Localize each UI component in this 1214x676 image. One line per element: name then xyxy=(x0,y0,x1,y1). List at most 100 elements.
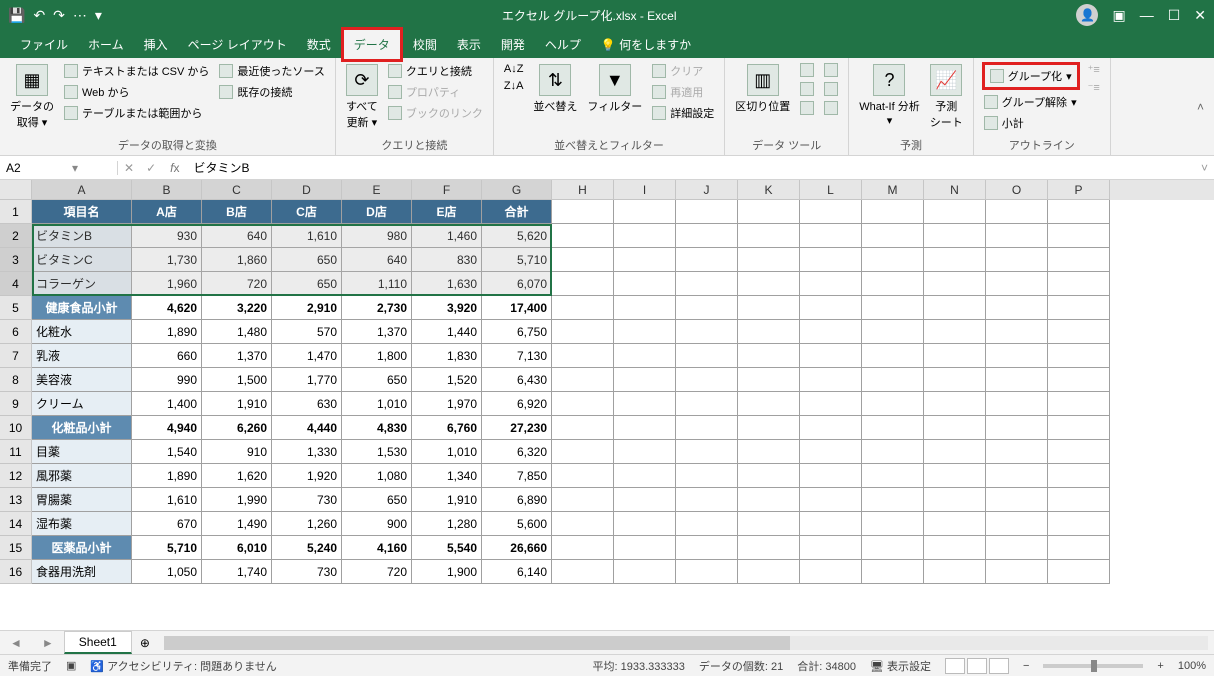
col-header-I[interactable]: I xyxy=(614,180,676,200)
cell[interactable] xyxy=(986,344,1048,368)
remove-dup[interactable] xyxy=(798,81,816,97)
tab-developer[interactable]: 開発 xyxy=(491,30,535,59)
cell[interactable] xyxy=(552,488,614,512)
table-cell[interactable]: 1,990 xyxy=(202,488,272,512)
table-cell-label[interactable]: 化粧水 xyxy=(32,320,132,344)
table-cell[interactable]: 1,890 xyxy=(132,320,202,344)
cell[interactable] xyxy=(738,296,800,320)
cell[interactable] xyxy=(552,392,614,416)
cell[interactable] xyxy=(800,344,862,368)
cell[interactable] xyxy=(552,272,614,296)
data-model[interactable] xyxy=(822,100,840,116)
table-header[interactable]: 項目名 xyxy=(32,200,132,224)
sort-asc[interactable]: A↓Z xyxy=(502,62,526,76)
row-header[interactable]: 6 xyxy=(0,320,32,344)
cell[interactable] xyxy=(676,224,738,248)
cell[interactable] xyxy=(862,224,924,248)
cell[interactable] xyxy=(924,272,986,296)
table-cell[interactable]: 1,340 xyxy=(412,464,482,488)
table-cell[interactable]: 1,890 xyxy=(132,464,202,488)
cell[interactable] xyxy=(676,512,738,536)
cell[interactable] xyxy=(676,560,738,584)
view-layout-icon[interactable] xyxy=(967,658,987,674)
table-cell[interactable]: 1,770 xyxy=(272,368,342,392)
cell[interactable] xyxy=(924,392,986,416)
table-cell[interactable]: 4,440 xyxy=(272,416,342,440)
table-cell[interactable]: 5,620 xyxy=(482,224,552,248)
table-cell[interactable]: 1,740 xyxy=(202,560,272,584)
table-cell[interactable]: 4,160 xyxy=(342,536,412,560)
tab-data[interactable]: データ xyxy=(341,27,403,62)
table-cell[interactable]: 27,230 xyxy=(482,416,552,440)
cell[interactable] xyxy=(862,296,924,320)
cell[interactable] xyxy=(614,296,676,320)
table-cell[interactable]: 650 xyxy=(342,368,412,392)
cell[interactable] xyxy=(800,416,862,440)
cell[interactable] xyxy=(986,200,1048,224)
subtotal-button[interactable]: 小計 xyxy=(982,114,1080,132)
cell[interactable] xyxy=(800,464,862,488)
col-header-D[interactable]: D xyxy=(272,180,342,200)
cell[interactable] xyxy=(924,488,986,512)
cell[interactable] xyxy=(738,512,800,536)
cell[interactable] xyxy=(552,560,614,584)
table-cell[interactable]: 990 xyxy=(132,368,202,392)
table-cell[interactable]: 3,220 xyxy=(202,296,272,320)
table-cell-label[interactable]: 化粧品小計 xyxy=(32,416,132,440)
table-cell[interactable]: 2,730 xyxy=(342,296,412,320)
cell[interactable] xyxy=(738,200,800,224)
cell[interactable] xyxy=(738,248,800,272)
name-box-input[interactable] xyxy=(6,161,66,175)
cell[interactable] xyxy=(738,344,800,368)
table-cell[interactable]: 5,710 xyxy=(132,536,202,560)
workbook-links[interactable]: ブックのリンク xyxy=(386,104,485,122)
cell[interactable] xyxy=(924,416,986,440)
table-cell[interactable]: 1,280 xyxy=(412,512,482,536)
cell[interactable] xyxy=(800,536,862,560)
cell[interactable] xyxy=(800,224,862,248)
cell[interactable] xyxy=(614,560,676,584)
table-cell[interactable]: 6,070 xyxy=(482,272,552,296)
name-box[interactable]: ▾ xyxy=(0,161,118,175)
cell[interactable] xyxy=(924,320,986,344)
cell[interactable] xyxy=(986,272,1048,296)
table-cell-label[interactable]: 医薬品小計 xyxy=(32,536,132,560)
ungroup-button[interactable]: グループ解除 ▾ xyxy=(982,93,1080,111)
cell[interactable] xyxy=(924,440,986,464)
table-cell[interactable]: 6,260 xyxy=(202,416,272,440)
cell[interactable] xyxy=(676,488,738,512)
cell[interactable] xyxy=(862,440,924,464)
row-header[interactable]: 4 xyxy=(0,272,32,296)
qat-dropdown-icon[interactable]: ▾ xyxy=(95,7,102,24)
cell[interactable] xyxy=(986,248,1048,272)
cell[interactable] xyxy=(862,416,924,440)
horizontal-scrollbar[interactable] xyxy=(164,636,1208,650)
cell[interactable] xyxy=(738,536,800,560)
table-cell[interactable]: 1,010 xyxy=(412,440,482,464)
col-header-G[interactable]: G xyxy=(482,180,552,200)
table-cell[interactable]: 6,320 xyxy=(482,440,552,464)
reapply[interactable]: 再適用 xyxy=(650,83,716,101)
cell[interactable] xyxy=(1048,320,1110,344)
table-cell[interactable]: 730 xyxy=(272,488,342,512)
cell[interactable] xyxy=(738,440,800,464)
cell[interactable] xyxy=(614,200,676,224)
queries-connections[interactable]: クエリと接続 xyxy=(386,62,485,80)
table-cell[interactable]: 980 xyxy=(342,224,412,248)
table-cell[interactable]: 1,530 xyxy=(342,440,412,464)
expand-formula-icon[interactable]: ˅ xyxy=(1195,161,1214,175)
whatif-button[interactable]: ?What-If 分析 ▾ xyxy=(857,62,922,129)
cell[interactable] xyxy=(676,536,738,560)
save-icon[interactable]: 💾 xyxy=(8,7,25,24)
refresh-all-button[interactable]: ⟳すべて 更新 ▾ xyxy=(344,62,380,132)
cell[interactable] xyxy=(552,464,614,488)
cell[interactable] xyxy=(1048,224,1110,248)
cell[interactable] xyxy=(862,488,924,512)
cell[interactable] xyxy=(614,512,676,536)
from-web[interactable]: Web から xyxy=(62,83,211,101)
cell[interactable] xyxy=(614,344,676,368)
get-data-button[interactable]: ▦データの 取得 ▾ xyxy=(8,62,56,132)
col-header-B[interactable]: B xyxy=(132,180,202,200)
status-accessibility[interactable]: ♿ アクセシビリティ: 問題ありません xyxy=(90,658,276,674)
table-cell[interactable]: 1,910 xyxy=(412,488,482,512)
